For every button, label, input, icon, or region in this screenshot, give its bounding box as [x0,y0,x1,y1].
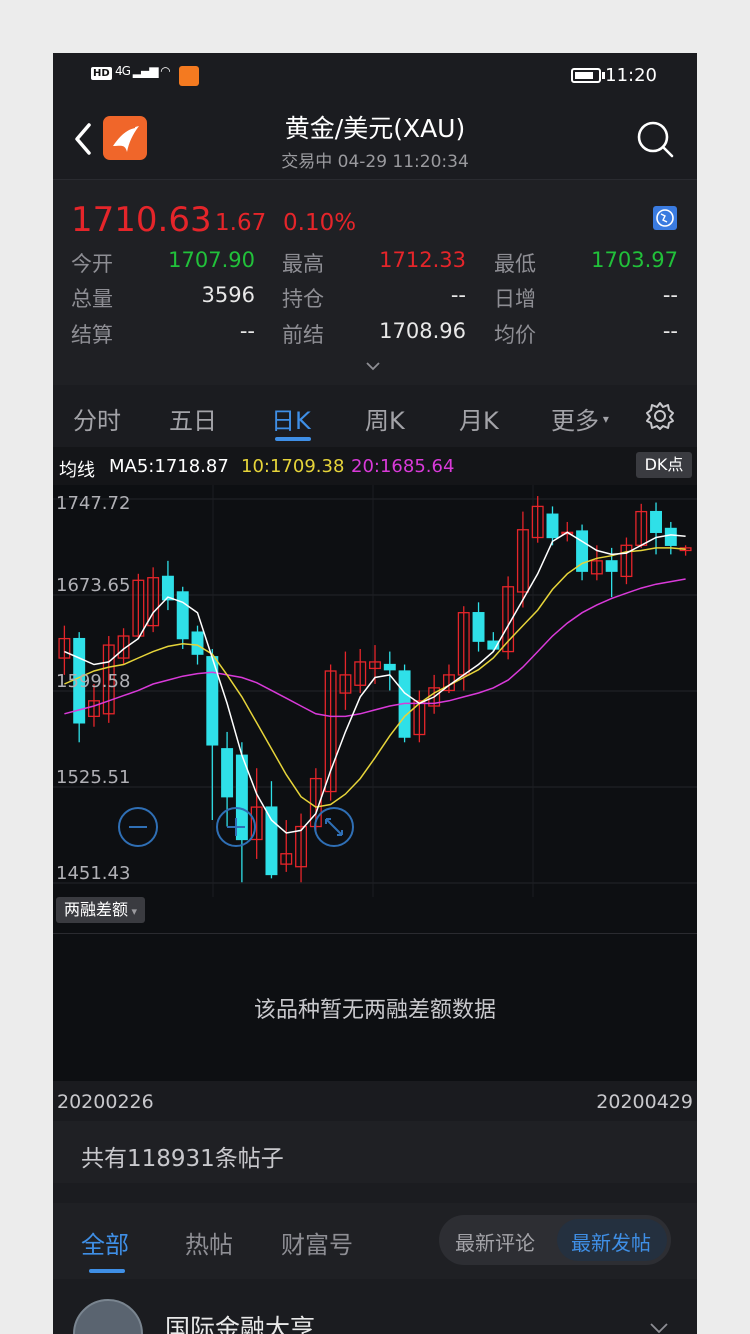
signal-icon: 4G ▂▄▆ ◠ [115,64,171,78]
quote-label: 均价 [494,323,536,347]
y-tick-label: 1451.43 [56,863,130,884]
ma-label: 均线 [59,460,95,481]
tab-five-day[interactable]: 五日 [169,401,217,436]
post-tab-indicator [89,1269,125,1273]
indicator-selector-label: 两融差额 [64,900,129,919]
quote-value: 1703.97 [591,248,678,272]
quote-label: 总量 [71,287,113,311]
zoom-out-icon[interactable] [118,807,158,847]
post-author[interactable]: 国际金融大亨 [165,1309,315,1334]
expand-chevron-icon[interactable] [365,358,381,374]
gear-icon[interactable] [645,401,675,431]
caret-down-icon: ▾ [128,905,138,918]
globe-icon[interactable] [653,206,677,230]
candle-body [161,575,174,601]
candle-body [383,663,396,671]
quote-value: -- [662,283,678,307]
trading-status: 交易中 04-29 11:20:34 [281,152,469,172]
search-icon[interactable] [635,119,675,159]
price-change-pct: 0.10% [283,210,357,236]
quote-label: 最高 [282,252,324,276]
candlestick-chart[interactable]: 1747.72 1673.65 1599.58 1525.51 1451.43 [53,485,697,897]
candle-body [221,748,234,798]
ma-legend: 均线 MA5:1718.87 10:1709.38 20:1685.64 DK点 [53,447,697,485]
quote-value: -- [662,319,678,343]
candle-body [265,806,278,876]
tab-more-label: 更多 [551,407,599,435]
y-tick-label: 1525.51 [56,767,130,788]
tab-weekly-k[interactable]: 周K [365,401,405,436]
post-item[interactable]: 国际金融大亨 [53,1279,697,1334]
tab-more[interactable]: 更多 ▾ [551,401,609,436]
notification-app-icon [179,66,199,86]
x-end-label: 20200429 [596,1091,693,1113]
tab-wealth[interactable]: 财富号 [281,1225,353,1260]
quote-label: 今开 [71,252,113,276]
price-change: 1.67 [215,210,267,236]
x-axis-dates: 20200226 20200429 [53,1081,697,1125]
quote-value: 1707.90 [168,248,255,272]
tab-more-caret-icon: ▾ [599,412,609,426]
quote-value: 1712.33 [379,248,466,272]
network-label: 4G [115,64,131,78]
app-screen: HD 4G ▂▄▆ ◠ 11:20 黄金/美元(XAU) 交易中 04-29 1… [53,53,697,1334]
avatar[interactable] [73,1299,143,1334]
quote-label: 结算 [71,323,113,347]
y-tick-label: 1747.72 [56,493,130,514]
posts-count-bar[interactable]: 共有118931条帖子 [53,1121,697,1183]
candle-body [176,591,189,640]
hd-badge: HD [91,67,112,80]
tab-monthly-k[interactable]: 月K [459,401,499,436]
page-title: 黄金/美元(XAU) [284,114,466,143]
posts-count: 共有118931条帖子 [81,1146,284,1172]
y-tick-label: 1673.65 [56,575,130,596]
quote-value: -- [450,283,466,307]
quote-label: 日增 [494,287,536,311]
battery-icon [571,68,601,83]
tab-all[interactable]: 全部 [81,1225,129,1260]
status-time: 11:20 [605,65,657,86]
quote-label: 最低 [494,252,536,276]
ma10-value: 10:1709.38 [241,456,345,477]
sort-latest-post[interactable]: 最新发帖 [571,1227,651,1256]
divider [53,933,697,934]
post-tabs: 全部 热帖 财富号 最新评论 最新发帖 [53,1203,697,1279]
candle-body [472,612,485,642]
tab-daily-k[interactable]: 日K [271,401,311,436]
tab-hot[interactable]: 热帖 [185,1225,233,1260]
indicator-selector[interactable]: 两融差额 ▾ [56,897,146,923]
active-tab-indicator [275,437,311,441]
no-data-message: 该品种暂无两融差额数据 [253,998,496,1023]
dk-point-button[interactable]: DK点 [636,452,692,478]
candle-body [191,631,204,655]
status-bar: HD 4G ▂▄▆ ◠ 11:20 [53,53,697,99]
header: 黄金/美元(XAU) 交易中 04-29 11:20:34 [53,99,697,179]
candle-body [546,513,559,539]
quote-label: 持仓 [282,287,324,311]
x-start-label: 20200226 [57,1091,154,1113]
ma20-value: 20:1685.64 [351,456,455,477]
tab-intraday[interactable]: 分时 [73,401,121,436]
sort-toggle: 最新评论 最新发帖 [439,1215,671,1265]
chevron-down-icon[interactable] [649,1319,669,1334]
last-price: 1710.63 [71,200,212,240]
quote-value: -- [239,319,255,343]
ma5-value: MA5:1718.87 [109,456,229,477]
candle-body [664,527,677,546]
quote-value: 1708.96 [379,319,466,343]
quote-label: 前结 [282,323,324,347]
kline-chart-area: 均线 MA5:1718.87 10:1709.38 20:1685.64 DK点… [53,447,697,1125]
quote-value: 3596 [201,283,255,307]
candle-body [650,510,662,533]
quote-panel: 1710.63 1.67 0.10% 今开 1707.90 最高 1712.33 最低 1… [53,179,697,385]
sort-latest-comment[interactable]: 最新评论 [455,1227,535,1256]
y-tick-label: 1599.58 [56,671,130,692]
period-tabs: 分时 五日 日K 周K 月K 更多 ▾ [53,385,697,447]
candle-body [605,560,618,572]
